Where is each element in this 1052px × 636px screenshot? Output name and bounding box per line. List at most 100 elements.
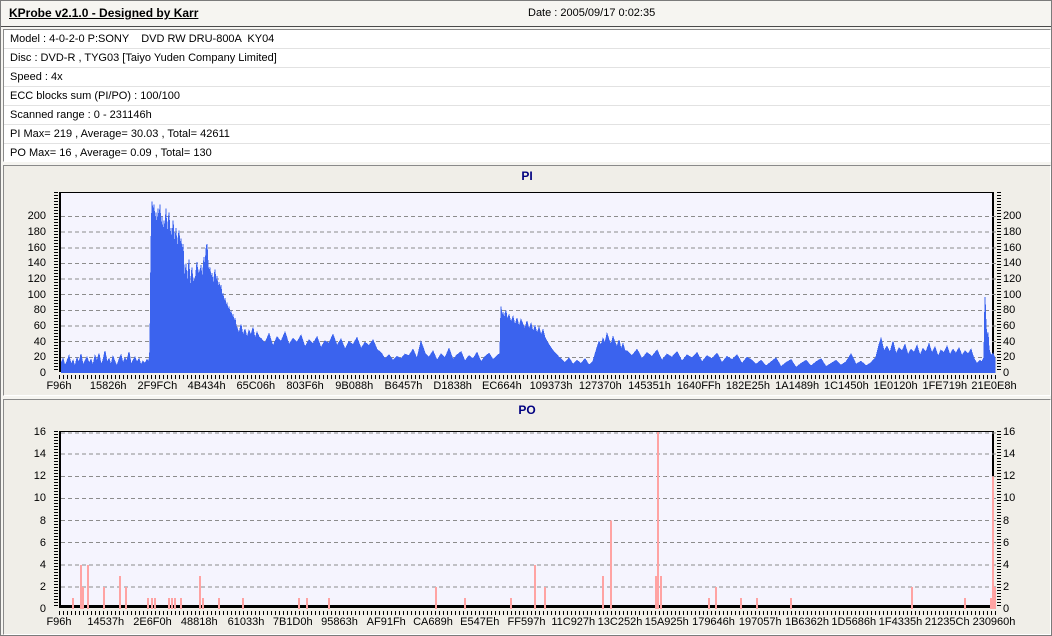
y-axis-label: 8	[39, 514, 46, 527]
po-error-bar	[242, 597, 244, 609]
x-axis-label: 21E0E8h	[971, 380, 1017, 392]
x-axis-label: 1640FFh	[676, 380, 721, 392]
axis-minor-ticks	[54, 431, 58, 608]
po-error-bar	[298, 597, 300, 609]
x-axis-label: 127370h	[578, 380, 622, 392]
axis-minor-ticks	[59, 375, 996, 379]
x-axis-label: D1838h	[433, 380, 472, 392]
po-error-bar	[660, 575, 662, 609]
po-error-bar	[218, 597, 220, 609]
y-axis-label: 4	[1003, 558, 1010, 571]
y-axis-label: 0	[39, 603, 46, 615]
po-error-bar	[510, 597, 512, 609]
info-disc: Disc : DVD-R , TYG03 [Taiyo Yuden Compan…	[4, 49, 1050, 68]
po-error-bar	[610, 520, 612, 609]
y-axis-label: 14	[33, 448, 46, 461]
po-error-bar	[103, 586, 105, 609]
y-axis-label: 16	[33, 426, 46, 438]
x-axis-label: 9B088h	[335, 380, 374, 392]
x-axis-label: 4B434h	[187, 380, 226, 392]
y-axis-label: 80	[1003, 304, 1016, 317]
po-error-bar	[994, 586, 996, 609]
y-axis-label: 180	[1003, 226, 1022, 239]
y-axis-label: 6	[1003, 536, 1010, 549]
y-axis-label: 120	[1003, 273, 1022, 286]
y-axis-label: 60	[1003, 320, 1016, 333]
x-axis-label: 230960h	[972, 616, 1016, 628]
po-error-bar	[174, 597, 176, 609]
axis-minor-ticks	[59, 611, 996, 615]
po-error-bar	[435, 586, 437, 609]
y-axis-label: 160	[27, 241, 46, 254]
x-axis-label: 15826h	[89, 380, 127, 392]
info-pi-stats: PI Max= 219 , Average= 30.03 , Total= 42…	[4, 125, 1050, 144]
po-error-bar	[911, 586, 913, 609]
po-error-bar	[740, 597, 742, 609]
y-axis-label: 8	[1003, 514, 1010, 527]
x-axis-label: B6457h	[384, 380, 423, 392]
po-error-bar	[119, 575, 121, 609]
y-axis-label: 16	[1003, 426, 1016, 438]
info-ecc-blocks: ECC blocks sum (PI/PO) : 100/100	[4, 87, 1050, 106]
axis-minor-ticks	[997, 431, 1001, 608]
pi-chart-panel: PI 0 0 20 20 40 40 60 60 80 80 100 100 120 120 140 140 1…	[3, 165, 1051, 396]
po-error-bar	[180, 597, 182, 609]
y-axis-label: 10	[33, 492, 46, 505]
x-axis-label: 145351h	[628, 380, 671, 392]
y-axis-label: 160	[1003, 241, 1022, 254]
y-axis-label: 4	[39, 558, 46, 571]
y-axis-label: 0	[1003, 603, 1010, 615]
po-error-bar	[534, 564, 536, 609]
po-chart-panel: PO 0 0 2 2 4 4 6 6 8 8 10 10 12 12 14 14 16 16 F96h 14537h 2…	[3, 399, 1051, 635]
y-axis-label: 10	[1003, 492, 1016, 505]
po-error-bar	[125, 586, 127, 609]
pi-plot-area	[59, 192, 996, 373]
po-error-bar	[306, 597, 308, 609]
y-axis-label: 12	[1003, 470, 1016, 483]
x-axis-label: 1C1450h	[824, 380, 869, 392]
po-error-bar	[657, 432, 659, 609]
y-axis-label: 200	[27, 210, 46, 223]
app-title: KProbe v2.1.0 - Designed by Karr	[9, 6, 199, 20]
y-axis-label: 0	[39, 367, 46, 379]
po-error-bar	[715, 586, 717, 609]
x-axis-label: F96h	[46, 380, 72, 392]
po-error-bar	[544, 586, 546, 609]
po-error-bar	[464, 597, 466, 609]
po-error-bar	[756, 597, 758, 609]
y-axis-label: 140	[27, 257, 46, 270]
y-axis-label: 200	[1003, 210, 1022, 223]
y-axis-label: 0	[1003, 367, 1010, 379]
y-axis-label: 40	[1003, 335, 1016, 348]
po-chart-title: PO	[518, 403, 536, 417]
y-axis-label: 2	[1003, 580, 1010, 593]
x-axis-label: 109373h	[529, 380, 573, 392]
x-axis-label: 1A1489h	[775, 380, 820, 392]
po-error-bar	[602, 575, 604, 609]
po-error-bar	[72, 597, 74, 609]
pi-error-bars	[61, 201, 996, 373]
po-error-bar	[708, 597, 710, 609]
axis-minor-ticks	[54, 192, 58, 372]
po-error-bar	[790, 597, 792, 609]
po-error-bar	[990, 597, 992, 609]
x-axis-label: 65C06h	[236, 380, 276, 392]
y-axis-label: 14	[1003, 448, 1016, 461]
po-error-bar	[328, 597, 330, 609]
pi-chart-title: PI	[521, 169, 533, 183]
po-error-bar	[171, 597, 173, 609]
info-speed: Speed : 4x	[4, 68, 1050, 87]
info-scanned-range: Scanned range : 0 - 231146h	[4, 106, 1050, 125]
po-error-bar	[655, 575, 657, 609]
y-axis-label: 6	[39, 536, 46, 549]
y-axis-label: 40	[33, 335, 46, 348]
x-axis-label: 2F9FCh	[137, 380, 178, 392]
y-axis-label: 140	[1003, 257, 1022, 270]
po-error-bar	[199, 575, 201, 609]
po-error-bar	[82, 586, 84, 609]
po-error-bar	[154, 597, 156, 609]
po-error-bar	[202, 597, 204, 609]
y-axis-label: 80	[33, 304, 46, 317]
x-axis-label: 803F6h	[286, 380, 324, 392]
info-model: Model : 4-0-2-0 P:SONY DVD RW DRU-800A K…	[4, 30, 1050, 49]
